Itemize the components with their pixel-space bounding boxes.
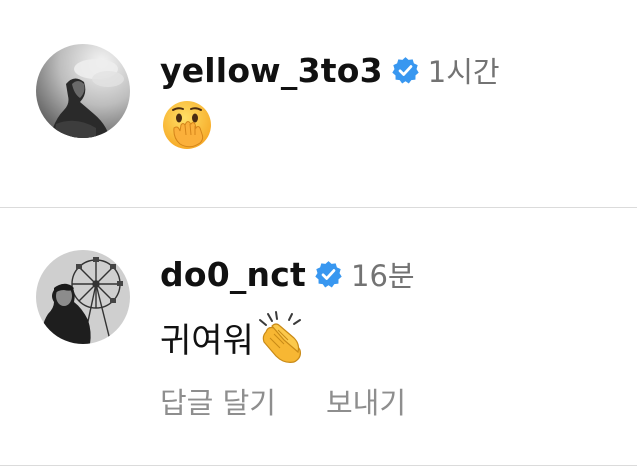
timestamp[interactable]: 1시간 <box>428 49 500 91</box>
timestamp[interactable]: 16분 <box>351 253 415 295</box>
comment-item: do0_nct 16분 귀여워 답글 달기 보내기 <box>0 208 637 465</box>
avatar[interactable] <box>36 250 130 344</box>
comment-text: 귀여워 <box>160 320 254 361</box>
comment-header: do0_nct 16분 <box>160 252 415 296</box>
verified-badge-icon <box>314 260 343 289</box>
comment-actions: 답글 달기 보내기 <box>160 380 406 422</box>
avatar[interactable] <box>36 44 130 138</box>
username[interactable]: yellow_3to3 <box>160 51 383 90</box>
send-button[interactable]: 보내기 <box>326 380 406 422</box>
verified-badge-icon <box>391 56 420 85</box>
avatar-photo <box>36 44 130 138</box>
comment-body <box>160 98 214 152</box>
reply-button[interactable]: 답글 달기 <box>160 380 276 422</box>
comment-item: yellow_3to3 1시간 <box>0 0 637 207</box>
comment-divider <box>0 465 637 466</box>
avatar-photo <box>36 250 130 344</box>
face-with-hand-over-mouth-icon <box>160 98 214 152</box>
comment-header: yellow_3to3 1시간 <box>160 48 500 92</box>
comments-screen: yellow_3to3 1시간 do0_nct 16분 귀여워 답글 달기 보내… <box>0 0 637 467</box>
comment-body: 귀여워 <box>160 310 308 364</box>
username[interactable]: do0_nct <box>160 255 306 294</box>
clapping-hands-icon <box>254 310 308 364</box>
